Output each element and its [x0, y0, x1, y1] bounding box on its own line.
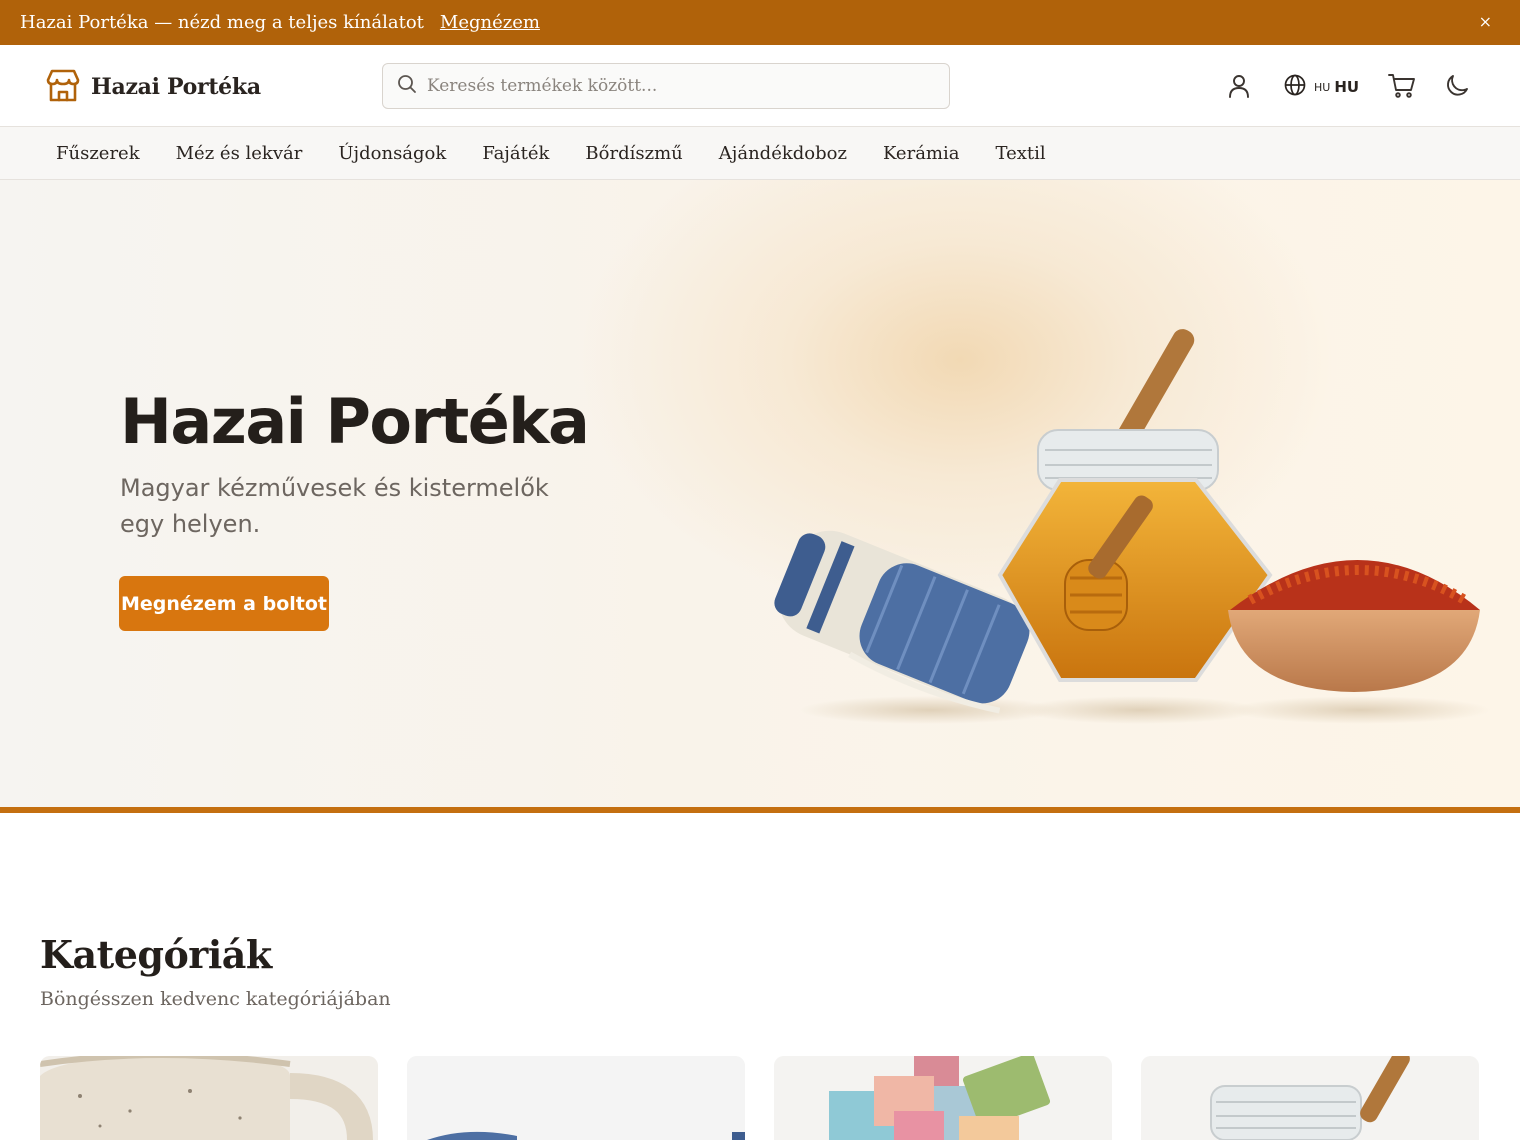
nav-item-ajandekdoboz[interactable]: Ajándékdoboz: [719, 143, 847, 164]
user-icon[interactable]: [1226, 73, 1252, 103]
close-icon[interactable]: ×: [1479, 12, 1492, 31]
category-nav: Fűszerek Méz és lekvár Újdonságok Fajáté…: [0, 127, 1520, 180]
language-flag: HU: [1314, 80, 1331, 94]
store-icon: [45, 67, 81, 107]
nav-item-fajatek[interactable]: Fajáték: [482, 143, 549, 164]
cart-icon[interactable]: [1388, 73, 1416, 103]
logo-text: Hazai Portéka: [91, 74, 261, 100]
textile-roll: [774, 530, 1030, 714]
search-box: [382, 63, 950, 109]
category-card-keramia[interactable]: [40, 1056, 378, 1140]
shop-cta-button[interactable]: Megnézem a boltot: [119, 576, 329, 631]
hero-product-image: [774, 329, 1490, 724]
nav-item-ujdonsagok[interactable]: Újdonságok: [338, 143, 446, 164]
globe-icon: [1284, 74, 1306, 100]
honey-jar-image: [1141, 1056, 1479, 1140]
hero-banner: Hazai Portéka Magyar kézművesek és kiste…: [0, 180, 1520, 807]
hero-subtitle: Magyar kézművesek és kistermelők egy hel…: [120, 474, 549, 538]
site-header: Hazai Portéka HU HU: [0, 45, 1520, 127]
search-icon: [397, 74, 417, 98]
honey-jar: [997, 329, 1273, 682]
ceramic-mug-image: [40, 1056, 378, 1140]
announcement-link[interactable]: Megnézem: [440, 12, 540, 33]
nav-item-keramia[interactable]: Kerámia: [883, 143, 960, 164]
language-switcher[interactable]: HU HU: [1284, 74, 1359, 100]
category-card-fajatek[interactable]: [774, 1056, 1112, 1140]
wooden-toys-image: [774, 1056, 1112, 1140]
nav-item-bordiszmu[interactable]: Bőrdíszmű: [585, 143, 682, 164]
categories-title: Kategóriák: [40, 932, 272, 977]
announcement-message: Hazai Portéka — nézd meg a teljes kínála…: [20, 12, 424, 33]
hero-title: Hazai Portéka: [120, 385, 590, 458]
moon-icon[interactable]: [1444, 73, 1470, 103]
language-code: HU: [1334, 78, 1360, 96]
announcement-bar: Hazai Portéka — nézd meg a teljes kínála…: [0, 0, 1520, 45]
logo[interactable]: Hazai Portéka: [45, 67, 261, 107]
textile-image: [407, 1056, 745, 1140]
nav-item-mez-es-lekvar[interactable]: Méz és lekvár: [176, 143, 303, 164]
hero-divider: [0, 807, 1520, 813]
nav-item-textil[interactable]: Textil: [995, 143, 1045, 164]
category-card-mez-es-lekvar[interactable]: [1141, 1056, 1479, 1140]
search-input[interactable]: [427, 76, 927, 96]
category-cards: [40, 1056, 1482, 1140]
nav-item-fuszerek[interactable]: Fűszerek: [56, 143, 140, 164]
categories-subtitle: Böngésszen kedvenc kategóriájában: [40, 988, 391, 1010]
category-card-textil[interactable]: [407, 1056, 745, 1140]
